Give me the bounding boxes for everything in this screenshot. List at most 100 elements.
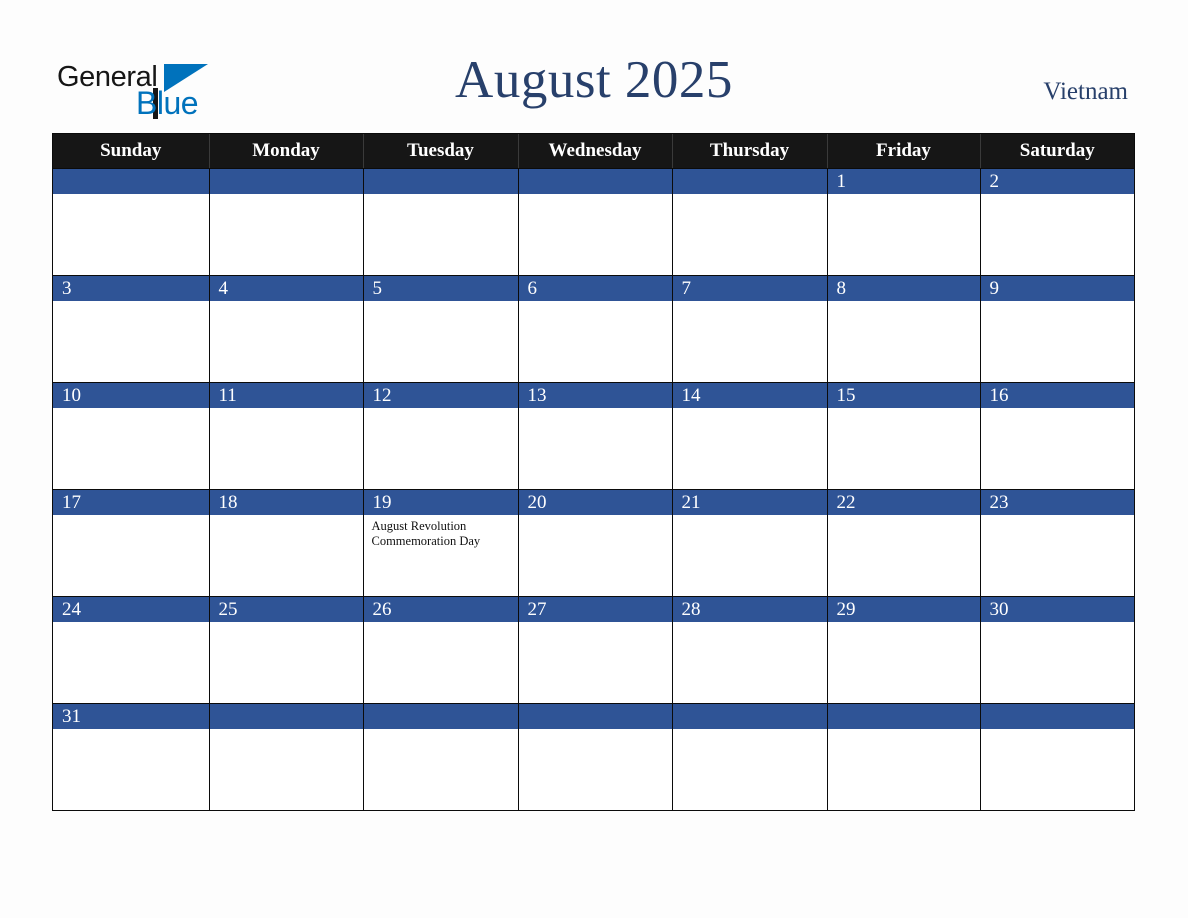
day-number xyxy=(363,169,518,194)
day-cell-inner: 16 xyxy=(980,383,1134,489)
day-cell-inner xyxy=(672,169,827,275)
day-events xyxy=(53,622,209,703)
calendar-day-cell[interactable]: 12 xyxy=(362,382,519,490)
day-cell-inner: 15 xyxy=(827,383,980,489)
day-events xyxy=(980,301,1134,382)
day-events xyxy=(209,194,363,275)
day-number xyxy=(672,169,827,194)
calendar-empty-cell xyxy=(979,703,1134,810)
day-number: 2 xyxy=(980,169,1134,194)
weekday-header-sunday: Sunday xyxy=(53,134,210,169)
day-cell-inner: 29 xyxy=(827,597,980,703)
calendar-day-cell[interactable]: 25 xyxy=(208,596,364,704)
calendar-day-cell[interactable]: 3 xyxy=(53,275,210,383)
day-cell-inner: 31 xyxy=(53,704,209,810)
day-number xyxy=(672,704,827,729)
day-number: 31 xyxy=(53,704,209,729)
day-number: 26 xyxy=(363,597,518,622)
calendar-day-cell[interactable]: 6 xyxy=(517,275,673,383)
calendar-empty-cell xyxy=(517,703,673,810)
day-events xyxy=(980,622,1134,703)
day-number: 15 xyxy=(827,383,980,408)
weekday-header-thursday: Thursday xyxy=(671,134,828,169)
day-events xyxy=(672,515,827,596)
day-events xyxy=(518,194,672,275)
calendar-day-cell[interactable]: 4 xyxy=(208,275,364,383)
calendar-day-cell[interactable]: 29 xyxy=(826,596,981,704)
calendar-day-cell[interactable]: 14 xyxy=(671,382,828,490)
calendar-body: 1 2 3 4 5 6 7 8 9 10 11 12 13 14 15 16 17 18 19 August Revo… xyxy=(53,168,1134,810)
calendar-day-cell[interactable]: 10 xyxy=(53,382,210,490)
calendar-day-cell[interactable]: 22 xyxy=(826,489,981,597)
day-events xyxy=(209,622,363,703)
calendar-day-cell[interactable]: 2 xyxy=(979,168,1134,276)
day-cell-inner xyxy=(209,169,363,275)
calendar-day-cell[interactable]: 15 xyxy=(826,382,981,490)
day-cell-inner xyxy=(363,169,518,275)
calendar-day-cell[interactable]: 8 xyxy=(826,275,981,383)
weekday-header-friday: Friday xyxy=(826,134,981,169)
day-number: 5 xyxy=(363,276,518,301)
calendar-day-cell[interactable]: 9 xyxy=(979,275,1134,383)
day-cell-inner xyxy=(518,704,672,810)
calendar-empty-cell xyxy=(362,168,519,276)
day-number: 16 xyxy=(980,383,1134,408)
calendar-day-cell[interactable]: 31 xyxy=(53,703,210,810)
calendar-day-cell[interactable]: 11 xyxy=(208,382,364,490)
day-cell-inner: 5 xyxy=(363,276,518,382)
day-number: 14 xyxy=(672,383,827,408)
day-events xyxy=(827,301,980,382)
calendar-day-cell[interactable]: 26 xyxy=(362,596,519,704)
day-number xyxy=(363,704,518,729)
calendar-day-cell[interactable]: 1 xyxy=(826,168,981,276)
day-number: 8 xyxy=(827,276,980,301)
calendar-day-cell[interactable]: 21 xyxy=(671,489,828,597)
day-events xyxy=(672,729,827,810)
calendar-day-cell[interactable]: 19 August Revolution Commemoration Day xyxy=(362,489,519,597)
calendar-day-cell[interactable]: 23 xyxy=(979,489,1134,597)
day-cell-inner xyxy=(53,169,209,275)
day-number: 20 xyxy=(518,490,672,515)
day-number: 25 xyxy=(209,597,363,622)
calendar-day-cell[interactable]: 24 xyxy=(53,596,210,704)
day-cell-inner: 3 xyxy=(53,276,209,382)
day-events xyxy=(209,408,363,489)
day-events xyxy=(209,729,363,810)
calendar-day-cell[interactable]: 7 xyxy=(671,275,828,383)
day-events xyxy=(827,194,980,275)
weekday-header-tuesday: Tuesday xyxy=(362,134,519,169)
day-cell-inner: 1 xyxy=(827,169,980,275)
page-header: General Blue August 2025 Vietnam xyxy=(0,0,1188,130)
day-events xyxy=(980,729,1134,810)
day-cell-inner: 6 xyxy=(518,276,672,382)
calendar-empty-cell xyxy=(517,168,673,276)
day-events xyxy=(980,408,1134,489)
day-number: 11 xyxy=(209,383,363,408)
day-cell-inner: 8 xyxy=(827,276,980,382)
calendar-day-cell[interactable]: 16 xyxy=(979,382,1134,490)
calendar-day-cell[interactable]: 27 xyxy=(517,596,673,704)
day-number: 6 xyxy=(518,276,672,301)
calendar-day-cell[interactable]: 28 xyxy=(671,596,828,704)
calendar-day-cell[interactable]: 17 xyxy=(53,489,210,597)
calendar-day-cell[interactable]: 18 xyxy=(208,489,364,597)
day-cell-inner: 14 xyxy=(672,383,827,489)
day-cell-inner: 25 xyxy=(209,597,363,703)
day-events xyxy=(672,194,827,275)
day-number: 9 xyxy=(980,276,1134,301)
day-events xyxy=(363,194,518,275)
day-events xyxy=(209,515,363,596)
day-events xyxy=(518,515,672,596)
day-number: 12 xyxy=(363,383,518,408)
calendar-empty-cell xyxy=(362,703,519,810)
calendar-day-cell[interactable]: 30 xyxy=(979,596,1134,704)
calendar-day-cell[interactable]: 5 xyxy=(362,275,519,383)
day-number: 1 xyxy=(827,169,980,194)
day-cell-inner: 7 xyxy=(672,276,827,382)
day-cell-inner xyxy=(672,704,827,810)
calendar-day-cell[interactable]: 20 xyxy=(517,489,673,597)
calendar-day-cell[interactable]: 13 xyxy=(517,382,673,490)
day-events xyxy=(363,301,518,382)
calendar-empty-cell xyxy=(671,703,828,810)
day-number xyxy=(53,169,209,194)
